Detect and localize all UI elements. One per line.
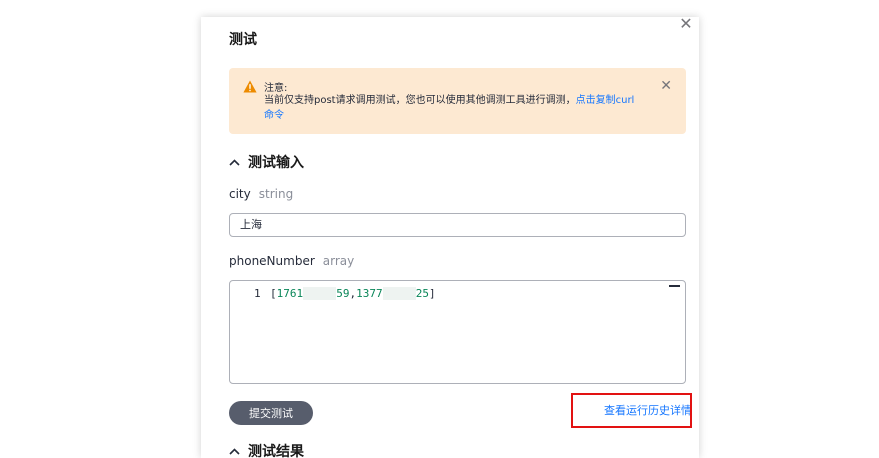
alert-title: 注意: — [264, 83, 288, 94]
city-field-name: city — [229, 187, 251, 201]
test-result-section-title: 测试结果 — [248, 444, 304, 458]
phone-value-2-masked: 00000 — [382, 287, 416, 300]
alert-message: 当前仅支持post请求调用测试，您也可以使用其他调测工具进行调测，点击复制cur… — [264, 93, 642, 123]
editor-minimize-icon[interactable] — [669, 285, 680, 287]
test-input-section-header[interactable]: 测试输入 — [229, 152, 304, 172]
alert-close-icon[interactable]: ✕ — [660, 79, 672, 93]
phone-field-type: array — [322, 254, 355, 268]
chevron-up-icon — [229, 447, 240, 455]
warning-icon — [243, 80, 257, 93]
test-input-section-title: 测试输入 — [248, 155, 304, 171]
notice-alert: 注意: 当前仅支持post请求调用测试，您也可以使用其他调测工具进行调测，点击复… — [229, 68, 686, 134]
code-line[interactable]: [17610000059,13770000025] — [270, 287, 436, 300]
test-result-section-header[interactable]: 测试结果 — [229, 441, 304, 458]
city-field-type: string — [258, 187, 294, 201]
phone-code-editor[interactable]: 1 [17610000059,13770000025] — [229, 280, 686, 384]
test-dialog: ✕ 测试 注意: 当前仅支持post请求调用测试，您也可以使用其他调测工具进行调… — [201, 17, 699, 458]
chevron-up-icon — [229, 158, 240, 166]
phone-value-1-suffix: 59 — [336, 287, 350, 300]
phone-value-2-prefix: 1377 — [356, 287, 383, 300]
phone-value-1-masked: 00000 — [303, 287, 337, 300]
city-input[interactable]: 上海 — [229, 213, 686, 237]
open-bracket: [ — [270, 287, 277, 300]
phone-value-1-prefix: 1761 — [276, 287, 304, 300]
submit-test-button[interactable]: 提交测试 — [229, 401, 313, 425]
close-bracket: ] — [429, 287, 436, 300]
phone-field-label: phoneNumber array — [229, 254, 354, 268]
dialog-title: 测试 — [229, 32, 257, 48]
line-number: 1 — [254, 287, 261, 300]
alert-message-text: 当前仅支持post请求调用测试，您也可以使用其他调测工具进行调测， — [264, 95, 576, 106]
dialog-close-icon[interactable]: ✕ — [679, 17, 693, 32]
view-run-history-link[interactable]: 查看运行历史详情 — [604, 402, 692, 418]
phone-value-2-suffix: 25 — [415, 287, 429, 300]
phone-field-name: phoneNumber — [229, 254, 315, 268]
city-field-label: city string — [229, 187, 293, 201]
